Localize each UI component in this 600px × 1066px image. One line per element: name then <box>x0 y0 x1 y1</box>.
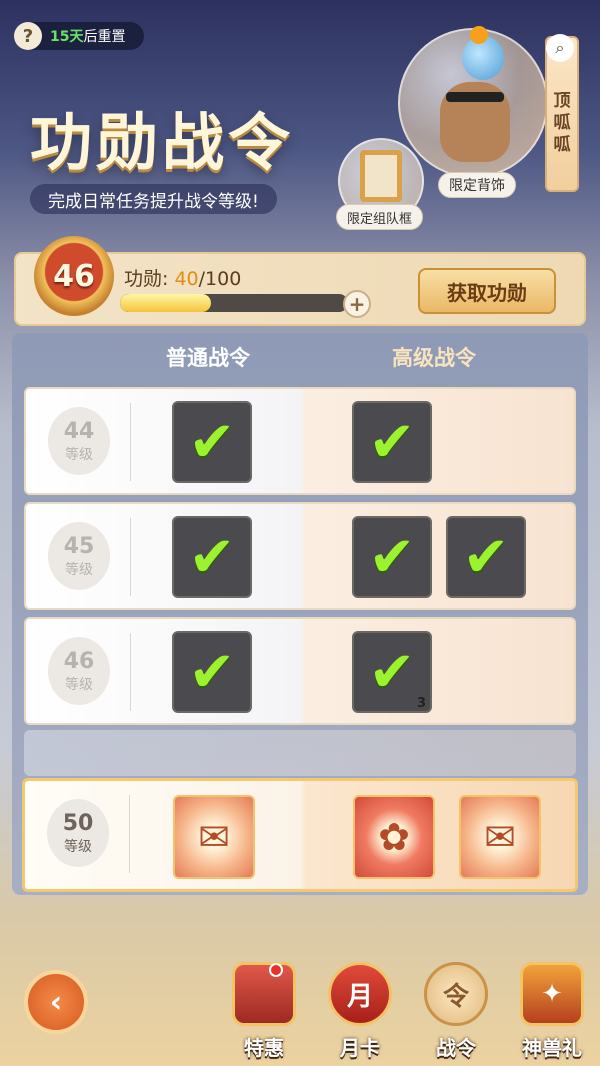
capybara-icon <box>440 82 510 162</box>
reset-timer: ? 15天 后重置 <box>14 22 144 50</box>
merit-progress-bar <box>120 294 348 312</box>
normal-column-header: 普通战令 <box>166 346 250 370</box>
back-button[interactable]: ‹ <box>24 970 88 1034</box>
normal-reward-claimed[interactable]: ✔ <box>172 631 252 713</box>
merit-text: 功勋: <box>124 268 169 290</box>
page-title: 功勋战令 <box>30 106 295 179</box>
premium-reward-claimed[interactable]: ✔ 3 <box>352 631 432 713</box>
nav-label: 特惠 <box>244 1036 284 1060</box>
limited-accessory-label: 限定背饰 <box>438 172 516 198</box>
premium-reward-claimed[interactable]: ✔ <box>352 516 432 598</box>
scrolled-row-partial <box>24 730 576 776</box>
premium-reward-claimed-2[interactable]: ✔ <box>446 516 526 598</box>
scroll-reward-icon-2[interactable]: ✉ <box>459 795 541 879</box>
frame-icon <box>360 150 402 202</box>
page-subtitle: 完成日常任务提升战令等级! <box>30 184 277 214</box>
merit-current: 40 <box>174 268 199 290</box>
check-icon: ✔ <box>188 639 236 705</box>
snail-accessory-icon <box>462 26 504 80</box>
level-indicator: 46 等级 <box>48 637 110 705</box>
reward-row-44: 44 等级 ✔ ✔ <box>24 387 576 495</box>
help-icon[interactable]: ? <box>14 22 42 50</box>
merit-label: 功勋: 40/100 <box>124 264 241 291</box>
notification-dot <box>269 963 283 977</box>
level-indicator: 50 等级 <box>47 799 109 867</box>
merit-progress-fill <box>120 294 212 312</box>
scroll-reward-icon[interactable]: ✉ <box>173 795 255 879</box>
nav-shenshou[interactable]: ✦ 神兽礼 <box>510 962 594 1062</box>
paw-reward-icon[interactable]: ✿ <box>353 795 435 879</box>
level-number: 50 <box>62 810 94 836</box>
level-unit: 等级 <box>64 838 92 855</box>
nav-label: 神兽礼 <box>522 1036 582 1060</box>
level-badge: 46 <box>34 236 114 316</box>
beast-gift-icon: ✦ <box>520 962 584 1026</box>
add-merit-button[interactable]: + <box>343 290 371 318</box>
reward-row-50-highlight: 50 等级 ✉ ✿ ✉ <box>22 778 578 892</box>
level-number: 45 <box>63 533 95 559</box>
reward-row-46: 46 等级 ✔ ✔ 3 <box>24 617 576 725</box>
normal-reward-claimed[interactable]: ✔ <box>172 401 252 483</box>
nav-zhanling[interactable]: 令 战令 <box>414 962 498 1062</box>
premium-reward-claimed[interactable]: ✔ <box>352 401 432 483</box>
nav-label: 战令 <box>436 1036 476 1060</box>
level-unit: 等级 <box>65 446 93 463</box>
highlight-inner: 50 等级 ✉ ✿ ✉ <box>25 781 575 889</box>
level-indicator: 45 等级 <box>48 522 110 590</box>
get-merit-button[interactable]: 获取功勋 <box>418 268 556 314</box>
limited-frame-label: 限定组队框 <box>336 204 424 230</box>
check-icon: ✔ <box>462 524 510 590</box>
normal-reward-claimed[interactable]: ✔ <box>172 516 252 598</box>
check-icon: ✔ <box>368 409 416 475</box>
premium-column-header: 高级战令 <box>392 346 476 370</box>
battle-pass-icon: 令 <box>424 962 488 1026</box>
reset-suffix: 后重置 <box>83 29 126 45</box>
reward-count: 3 <box>416 696 426 711</box>
check-icon: ✔ <box>188 409 236 475</box>
search-icon[interactable]: ⌕ <box>546 34 574 62</box>
check-icon: ✔ <box>368 639 416 705</box>
reward-row-45: 45 等级 ✔ ✔ ✔ <box>24 502 576 610</box>
level-number: 44 <box>63 418 95 444</box>
merit-total: /100 <box>198 268 242 290</box>
level-unit: 等级 <box>65 561 93 578</box>
check-icon: ✔ <box>368 524 416 590</box>
nav-tehui[interactable]: 特惠 <box>222 962 306 1062</box>
level-unit: 等级 <box>65 676 93 693</box>
level-number: 46 <box>63 648 95 674</box>
check-icon: ✔ <box>188 524 236 590</box>
nav-yueka[interactable]: 月 月卡 <box>318 962 402 1062</box>
monthly-card-icon: 月 <box>328 962 392 1026</box>
gift-chest-icon <box>232 962 296 1026</box>
reset-days: 15天 <box>50 29 84 45</box>
level-indicator: 44 等级 <box>48 407 110 475</box>
nav-label: 月卡 <box>340 1036 380 1060</box>
